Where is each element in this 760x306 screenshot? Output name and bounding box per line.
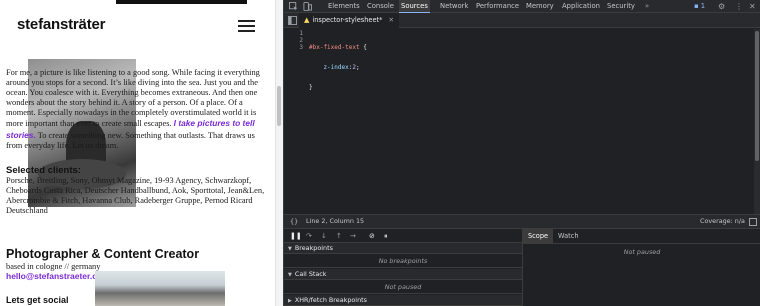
breakpoints-empty: No breakpoints: [284, 255, 522, 268]
scope-watch-tabs: Scope Watch: [522, 229, 760, 244]
landscape-photo: [95, 271, 225, 306]
issues-badge[interactable]: ▪ 1: [694, 0, 705, 13]
pause-icon[interactable]: ❚❚: [290, 232, 302, 240]
xhr-breakpoints-title: XHR/fetch Breakpoints: [294, 296, 367, 304]
issues-icon: ▪: [694, 2, 699, 10]
header-image-strip: [116, 0, 247, 4]
clients-heading: Selected clients:: [6, 165, 81, 176]
tab-application[interactable]: Application: [560, 0, 602, 13]
devtools-panel: Elements Console Sources Network Perform…: [283, 0, 760, 306]
deactivate-breakpoints-icon[interactable]: ⊘: [369, 232, 375, 240]
social-heading: Lets get social: [6, 295, 69, 305]
callstack-not-paused: Not paused: [284, 281, 522, 294]
expand-triangle-icon: ▼: [288, 246, 292, 252]
breakpoints-title: Breakpoints: [294, 244, 333, 252]
tab-scope[interactable]: Scope: [523, 229, 554, 244]
page-scrollbar-thumb[interactable]: [277, 86, 281, 126]
coverage-toggle-icon[interactable]: [749, 218, 757, 226]
site-logo[interactable]: stefansträter: [17, 16, 105, 33]
coverage-status: Coverage: n/a: [700, 217, 745, 225]
issues-count: 1: [700, 2, 706, 10]
scope-not-paused: Not paused: [522, 244, 760, 306]
code-line-3: }: [309, 84, 367, 92]
collapse-triangle-icon: ▶: [288, 298, 292, 304]
editor-scrollbar-thumb[interactable]: [755, 31, 759, 161]
tab-network[interactable]: Network: [438, 0, 470, 13]
warning-icon: ▲: [304, 16, 310, 24]
editor-scrollbar[interactable]: [754, 29, 760, 214]
editor-tab-label: inspector-stylesheet*: [312, 16, 383, 24]
step-icon[interactable]: →: [350, 232, 356, 240]
close-tab-icon[interactable]: ✕: [389, 16, 395, 24]
intro-text-end: To create something new. Something that …: [6, 130, 255, 150]
callstack-section-header[interactable]: ▼ Call Stack: [284, 269, 522, 280]
tab-watch[interactable]: Watch: [553, 229, 584, 244]
expand-triangle-icon: ▼: [288, 272, 292, 278]
toggle-navigator-icon[interactable]: [288, 16, 297, 25]
more-options-icon[interactable]: ⋮: [735, 0, 743, 13]
intro-paragraph: For me, a picture is like listening to a…: [6, 68, 272, 151]
tab-elements[interactable]: Elements: [326, 0, 362, 13]
close-brace: }: [309, 84, 313, 92]
cursor-position: Line 2, Column 15: [306, 217, 365, 225]
step-over-icon[interactable]: ↷: [306, 232, 312, 240]
page-scrollbar-track[interactable]: [275, 0, 283, 306]
code-editor[interactable]: 1 2 3 #bx-fixed-text { z-index:2; }: [284, 29, 760, 214]
inspect-element-icon[interactable]: [289, 2, 298, 11]
step-into-icon[interactable]: ↓: [321, 232, 327, 240]
close-devtools-icon[interactable]: ✕: [749, 0, 756, 13]
tab-performance[interactable]: Performance: [474, 0, 521, 13]
location-text: based in cologne // germany: [6, 262, 101, 271]
code-line-1: #bx-fixed-text {: [309, 43, 367, 52]
line-number: 3: [299, 43, 303, 51]
tab-console[interactable]: Console: [365, 0, 396, 13]
line-number-gutter: 1 2 3: [284, 29, 306, 214]
editor-tab-inspector-stylesheet[interactable]: ▲ inspector-stylesheet* ✕: [299, 13, 400, 28]
open-brace: {: [359, 43, 367, 51]
breakpoints-section-header[interactable]: ▼ Breakpoints: [284, 243, 522, 254]
devtools-tabbar: Elements Console Sources Network Perform…: [284, 0, 760, 13]
xhr-breakpoints-section-header[interactable]: ▶ XHR/fetch Breakpoints: [284, 295, 522, 306]
css-selector: #bx-fixed-text: [309, 43, 360, 51]
code-lines[interactable]: #bx-fixed-text { z-index:2; }: [309, 29, 367, 106]
pause-on-exceptions-icon[interactable]: ⏸: [384, 232, 388, 241]
code-line-2: z-index:2;: [309, 63, 367, 72]
hamburger-menu-icon[interactable]: [238, 20, 255, 32]
editor-tabbar: ▲ inspector-stylesheet* ✕: [284, 13, 760, 28]
device-toolbar-icon[interactable]: [303, 2, 312, 11]
pretty-print-icon[interactable]: {}: [290, 215, 298, 228]
tab-sources[interactable]: Sources: [399, 0, 430, 13]
section-heading: Photographer & Content Creator: [6, 247, 200, 261]
semicolon: ;: [356, 63, 360, 71]
more-tabs-button[interactable]: »: [645, 0, 649, 13]
step-out-icon[interactable]: ↑: [336, 232, 342, 240]
css-property: z-index: [309, 63, 349, 71]
website-viewport: stefansträter For me, a picture is like …: [0, 0, 283, 306]
settings-gear-icon[interactable]: ⚙: [718, 0, 725, 13]
editor-statusbar: {} Line 2, Column 15 Coverage: n/a: [284, 214, 760, 229]
clients-list: Porsche, Breitling, Sony, Ohmyt Magazine…: [6, 176, 265, 216]
tab-memory[interactable]: Memory: [524, 0, 556, 13]
callstack-title: Call Stack: [294, 270, 327, 278]
debugger-toolbar: ❚❚ ↷ ↓ ↑ → ⊘ ⏸: [284, 229, 522, 243]
tab-security[interactable]: Security: [605, 0, 637, 13]
